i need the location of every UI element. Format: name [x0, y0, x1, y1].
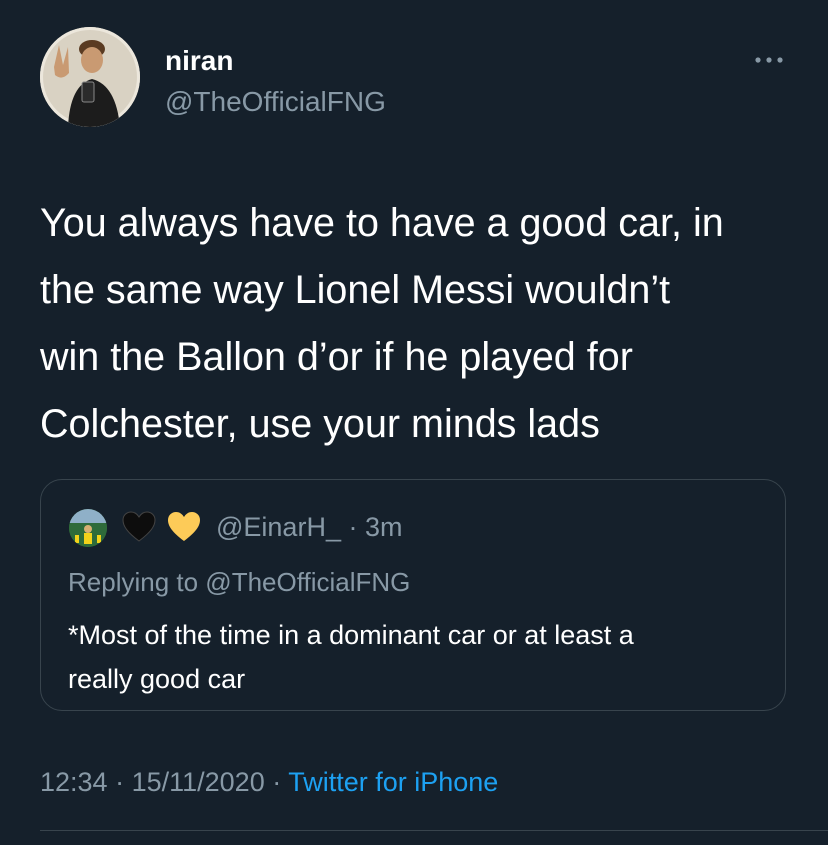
author-handle[interactable]: @TheOfficialFNG	[165, 85, 386, 119]
tweet-text-line: the same way Lionel Messi wouldn’t	[40, 268, 671, 312]
tweet-date: 15/11/2020	[131, 767, 265, 797]
quoted-handle-and-time[interactable]: @EinarH_ · 3m	[216, 511, 402, 543]
tweet-text: You always have to have a good car, in t…	[40, 190, 800, 458]
meta-separator: ·	[107, 767, 132, 797]
quoted-tweet-card[interactable]: @EinarH_ · 3m Replying to @TheOfficialFN…	[40, 479, 786, 711]
quoted-text-line: really good car	[68, 664, 246, 694]
replying-to: Replying to @TheOfficialFNG	[68, 567, 411, 597]
tweet-text-line: win the Ballon d’or if he played for	[40, 335, 633, 379]
tweet-text-line: Colchester, use your minds lads	[40, 402, 600, 446]
divider	[40, 830, 828, 831]
meta-separator: ·	[264, 767, 289, 797]
tweet-time: 12:34	[40, 767, 108, 797]
avatar[interactable]	[40, 27, 140, 127]
tweet-metadata: 12:34 · 15/11/2020 · Twitter for iPhone	[40, 765, 498, 799]
black-heart-icon	[122, 511, 156, 542]
author-display-name[interactable]: niran	[165, 44, 233, 78]
quoted-author-avatar[interactable]	[69, 509, 107, 547]
quoted-text-line: *Most of the time in a dominant car or a…	[68, 620, 634, 650]
tweet-detail: niran @TheOfficialFNG You always have to…	[0, 0, 828, 845]
quoted-tweet-text: *Most of the time in a dominant car or a…	[68, 613, 768, 701]
yellow-heart-icon	[168, 512, 200, 541]
more-options-icon[interactable]	[752, 50, 786, 70]
tweet-text-line: You always have to have a good car, in	[40, 201, 724, 245]
tweet-source-link[interactable]: Twitter for iPhone	[288, 767, 498, 797]
